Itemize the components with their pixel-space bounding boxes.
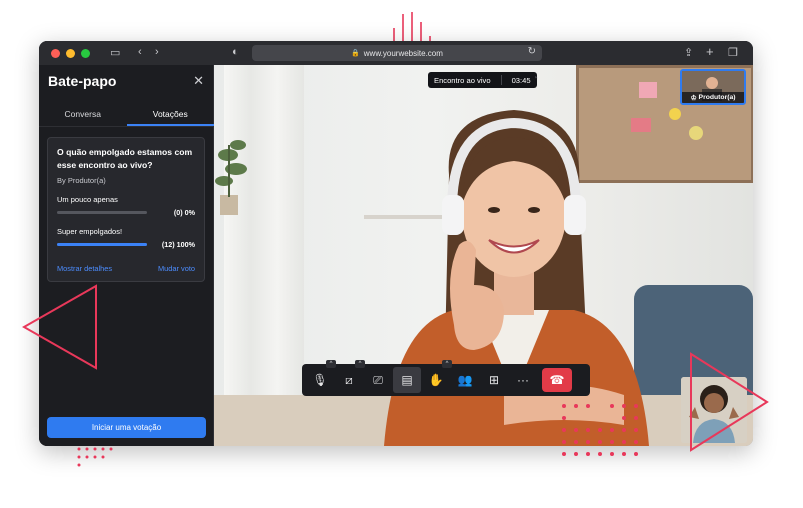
window-controls: [51, 48, 90, 58]
chat-icon: ▤: [401, 373, 413, 387]
privacy-shield-icon[interactable]: ◐: [232, 46, 239, 58]
microphone-icon: 🎙: [312, 373, 328, 387]
chat-sidebar: Bate-papo ✕ Conversa Votações O quão emp…: [39, 65, 214, 446]
poll-author: By Produtor(a): [57, 176, 106, 185]
live-label: Encontro ao vivo: [434, 75, 491, 85]
show-details-link[interactable]: Mostrar detalhes: [57, 264, 112, 273]
share-icon[interactable]: ⇪: [684, 46, 693, 59]
hang-up-button[interactable]: ☎: [542, 368, 572, 392]
lock-icon: 🔒: [351, 50, 360, 57]
poll-option-bar-fill: [57, 243, 147, 246]
reload-icon[interactable]: ↻: [528, 46, 536, 57]
tabs-overview-icon[interactable]: ❐: [728, 46, 738, 59]
sidebar-title: Bate-papo: [48, 73, 117, 89]
poll-option-bar: [57, 243, 147, 246]
poll-option-result: (0) 0%: [173, 208, 195, 217]
hang-up-icon: ☎: [549, 373, 565, 387]
microphone-button[interactable]: 🎙 ^: [306, 360, 336, 393]
start-poll-button[interactable]: Iniciar uma votação: [47, 417, 206, 438]
poll-option[interactable]: Super empolgados! (12) 100%: [57, 227, 195, 249]
chevron-up-icon[interactable]: ^: [442, 360, 452, 368]
decorative-triangle-right: [690, 352, 769, 452]
camera-button[interactable]: ⧄ ^: [335, 360, 365, 393]
forward-icon[interactable]: ›: [155, 46, 159, 58]
poll-card: O quão empolgado estamos com esse encont…: [47, 137, 205, 282]
layout-button[interactable]: ⊞: [480, 367, 508, 393]
stage: ▭ ‹ › ◐ 🔒 www.yourwebsite.com ↻ ⇪ + ❐ Ba…: [0, 0, 803, 508]
minimize-window-button[interactable]: [66, 48, 75, 58]
more-icon: ···: [517, 373, 529, 387]
poll-option[interactable]: Um pouco apenas (0) 0%: [57, 195, 195, 217]
poll-option-bar: [57, 211, 147, 214]
decorative-dots-right: [562, 404, 638, 456]
more-button[interactable]: ···: [509, 367, 537, 393]
close-icon[interactable]: ✕: [193, 73, 204, 89]
presenter-tile[interactable]: ♔ Produtor(a): [680, 69, 746, 105]
curtain: [224, 65, 304, 446]
poll-option-label: Um pouco apenas: [57, 195, 118, 204]
crown-icon: ♔: [690, 94, 697, 102]
share-screen-button[interactable]: ⎚: [364, 367, 392, 393]
raise-hand-button[interactable]: ✋ ^: [422, 360, 452, 393]
poll-question: O quão empolgado estamos com esse encont…: [57, 147, 193, 170]
poll-option-label: Super empolgados!: [57, 227, 123, 236]
connection-speed-icon[interactable]: ◔: [532, 73, 538, 84]
plant: [215, 140, 247, 215]
meeting-timer: 03:45: [511, 75, 531, 85]
camera-icon: ⧄: [345, 372, 353, 387]
browser-titlebar: ▭ ‹ › ◐ 🔒 www.yourwebsite.com ↻ ⇪ + ❐: [39, 41, 753, 65]
url-text: www.yourwebsite.com: [363, 48, 443, 58]
presenter-tile-label: Produtor(a): [698, 94, 736, 101]
sidebar-toggle-icon[interactable]: ▭: [110, 46, 120, 59]
poll-option-result: (12) 100%: [161, 240, 195, 249]
call-toolbar: 🎙 ^ ⧄ ^ ⎚ ▤ ✋ ^ 👥 ⊞ ··· ☎: [302, 360, 590, 396]
change-vote-link[interactable]: Mudar voto: [158, 264, 195, 273]
participants-button[interactable]: 👥: [451, 367, 479, 393]
sidebar-tabs: Conversa Votações: [39, 103, 214, 127]
chevron-up-icon[interactable]: ^: [326, 360, 336, 368]
raise-hand-icon: ✋: [428, 373, 444, 387]
tab-conversa[interactable]: Conversa: [39, 103, 127, 126]
maximize-window-button[interactable]: [81, 48, 90, 58]
close-window-button[interactable]: [51, 48, 60, 58]
decorative-triangle-left: [22, 284, 97, 370]
share-screen-icon: ⎚: [373, 372, 383, 387]
address-bar[interactable]: 🔒 www.yourwebsite.com ↻: [252, 45, 542, 61]
decorative-dots-left: [77, 447, 113, 467]
participants-icon: 👥: [457, 373, 473, 387]
chevron-up-icon[interactable]: ^: [355, 360, 365, 368]
back-icon[interactable]: ‹: [138, 46, 142, 58]
live-indicator: Encontro ao vivo 03:45: [428, 72, 537, 88]
new-tab-icon[interactable]: +: [706, 44, 714, 59]
tab-votacoes[interactable]: Votações: [126, 103, 214, 126]
chat-button[interactable]: ▤: [393, 367, 421, 393]
layout-grid-icon: ⊞: [488, 373, 500, 387]
